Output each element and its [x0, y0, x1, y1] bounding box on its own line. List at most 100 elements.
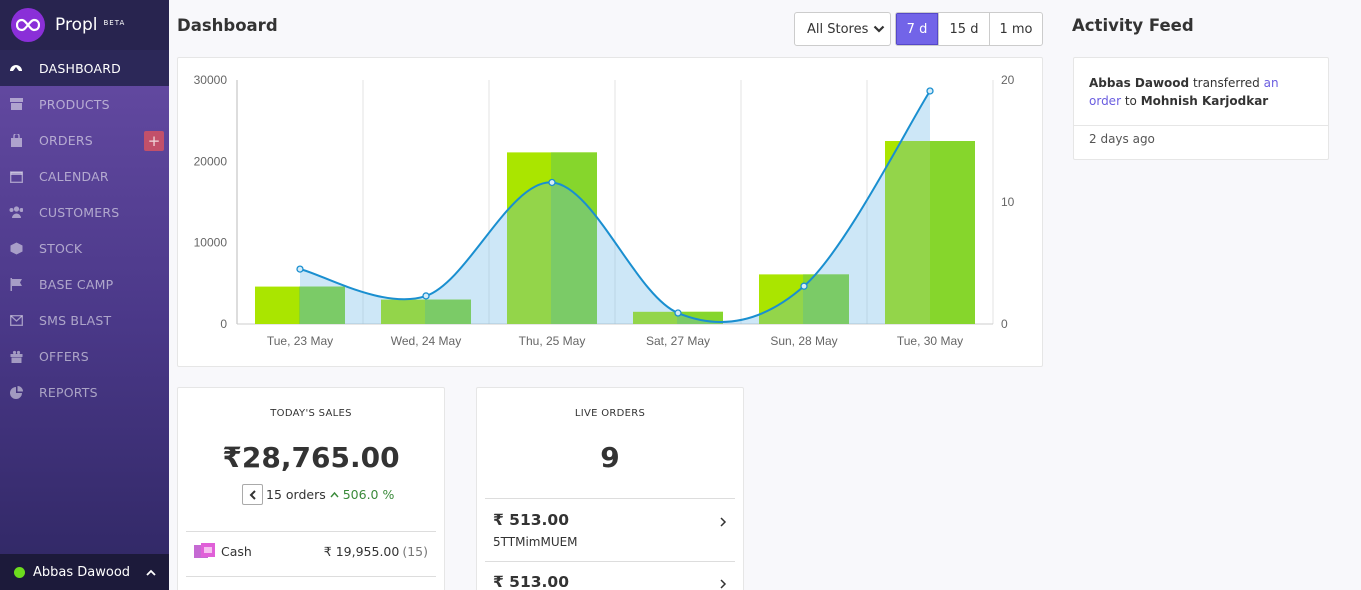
chart-point: [674, 309, 682, 317]
store-select[interactable]: All Stores: [794, 12, 891, 46]
archive-icon: [9, 97, 23, 111]
sidebar-item-dashboard[interactable]: DASHBOARD: [0, 50, 169, 86]
divider: [1074, 125, 1328, 126]
activity-time: 2 days ago: [1089, 132, 1155, 146]
orders-summary: 15 orders 506.0 %: [242, 484, 394, 505]
chart-point: [422, 292, 430, 300]
cash-icon: [194, 543, 215, 558]
range-7d-button[interactable]: 7 d: [896, 13, 938, 45]
todays-sales-card: TODAY'S SALES ₹28,765.00 15 orders 506.0…: [177, 387, 445, 590]
user-name: Abbas Dawood: [33, 564, 131, 580]
users-icon: [9, 205, 23, 219]
chevron-down-icon: [874, 25, 885, 33]
activity-item: Abbas Dawood transferred an order to Moh…: [1073, 57, 1329, 160]
chevron-left-icon[interactable]: [242, 484, 263, 505]
activity-text: Abbas Dawood transferred an order to Moh…: [1089, 74, 1314, 110]
divider: [485, 498, 735, 499]
sales-chart-panel: 30000 20000 10000 0 20 10 0 Tue, 23 May Wed, 24 …: [177, 57, 1043, 367]
chevron-up-icon: [330, 491, 339, 498]
user-menu[interactable]: Abbas Dawood: [0, 554, 169, 590]
y-axis-tick-label: 0: [220, 317, 227, 331]
divider: [186, 531, 436, 532]
x-axis-tick-label: Tue, 23 May: [267, 334, 333, 348]
range-15d-button[interactable]: 15 d: [938, 13, 989, 45]
chevron-up-icon[interactable]: [145, 564, 157, 583]
activity-prep: to: [1124, 94, 1137, 108]
cube-icon: [9, 241, 23, 255]
sidebar-item-sms-blast[interactable]: SMS BLAST: [0, 302, 169, 338]
payment-row-cash: Cash ₹ 19,955.00 (15): [194, 543, 428, 559]
sidebar-item-label: SMS BLAST: [39, 312, 112, 328]
y-axis-tick-label: 10000: [194, 236, 228, 250]
page-title: Dashboard: [177, 16, 278, 35]
y-axis-tick-label: 20000: [194, 154, 228, 168]
live-order-item[interactable]: ₹ 513.00 5TTMimMUEM: [493, 511, 727, 549]
range-1mo-button[interactable]: 1 mo: [989, 13, 1042, 45]
x-axis-tick-label: Tue, 30 May: [897, 334, 963, 348]
live-order-price: ₹ 513.00: [493, 511, 569, 529]
todays-sales-title: TODAY'S SALES: [270, 408, 352, 419]
infinity-logo-icon: [11, 8, 45, 42]
flag-icon: [9, 277, 23, 291]
x-axis-tick-label: Wed, 24 May: [391, 334, 461, 348]
x-axis-tick-label: Sat, 27 May: [646, 334, 710, 348]
payment-count: (15): [402, 543, 428, 559]
envelope-icon: [9, 313, 23, 327]
live-orders-count: 9: [600, 441, 620, 474]
gift-icon: [9, 349, 23, 363]
y2-axis-tick-label: 20: [1001, 73, 1015, 87]
date-range-toggle: 7 d 15 d 1 mo: [895, 12, 1043, 46]
sidebar-item-label: ORDERS: [39, 132, 93, 148]
sidebar-item-offers[interactable]: OFFERS: [0, 338, 169, 374]
divider: [186, 576, 436, 577]
y2-axis-tick-label: 0: [1001, 317, 1008, 331]
activity-feed-title: Activity Feed: [1072, 16, 1194, 35]
sidebar-item-label: OFFERS: [39, 348, 89, 364]
sidebar-item-label: CUSTOMERS: [39, 204, 120, 220]
sidebar-item-base-camp[interactable]: BASE CAMP: [0, 266, 169, 302]
live-orders-card: LIVE ORDERS 9 ₹ 513.00 5TTMimMUEM ₹ 513.…: [476, 387, 744, 590]
sidebar-item-label: REPORTS: [39, 384, 98, 400]
dashboard-icon: [9, 61, 23, 75]
sidebar-item-label: BASE CAMP: [39, 276, 114, 292]
chart-point: [800, 282, 808, 290]
calendar-icon: [9, 169, 23, 183]
x-axis-tick-label: Thu, 25 May: [519, 334, 586, 348]
chart-point: [296, 265, 304, 273]
chart-point: [926, 87, 934, 95]
divider: [485, 561, 735, 562]
store-select-value: All Stores: [807, 21, 869, 37]
brand[interactable]: Propl BETA: [0, 0, 169, 50]
sidebar-item-calendar[interactable]: CALENDAR: [0, 158, 169, 194]
y2-axis-tick-label: 10: [1001, 195, 1015, 209]
live-order-item[interactable]: ₹ 513.00: [493, 573, 727, 590]
chevron-right-icon: [719, 513, 727, 532]
orders-count: 15 orders: [266, 487, 326, 502]
sidebar-item-reports[interactable]: REPORTS: [0, 374, 169, 410]
sidebar-item-label: DASHBOARD: [39, 60, 121, 76]
brand-name: Propl: [55, 15, 98, 35]
sidebar-item-label: PRODUCTS: [39, 96, 110, 112]
brand-tag: BETA: [103, 19, 126, 27]
activity-actor[interactable]: Abbas Dawood: [1089, 76, 1189, 90]
x-axis-tick-label: Sun, 28 May: [770, 334, 837, 348]
add-order-button[interactable]: +: [144, 131, 164, 151]
shopping-bag-icon: [9, 133, 23, 147]
sales-chart: 30000 20000 10000 0 20 10 0 Tue, 23 May Wed, 24 …: [194, 73, 1015, 348]
sidebar-item-stock[interactable]: STOCK: [0, 230, 169, 266]
payment-amount: ₹ 19,955.00: [323, 543, 400, 559]
live-order-price: ₹ 513.00: [493, 573, 569, 590]
sidebar-item-customers[interactable]: CUSTOMERS: [0, 194, 169, 230]
sidebar-item-label: STOCK: [39, 240, 83, 256]
sidebar-item-label: CALENDAR: [39, 168, 109, 184]
live-orders-title: LIVE ORDERS: [574, 408, 646, 419]
growth-value: 506.0 %: [342, 487, 395, 502]
pie-chart-icon: [9, 385, 23, 399]
sidebar-item-orders[interactable]: ORDERS +: [0, 122, 169, 158]
live-order-code: 5TTMimMUEM: [493, 535, 578, 549]
chart-point: [548, 178, 556, 187]
activity-target[interactable]: Mohnish Karjodkar: [1141, 94, 1269, 108]
payment-method: Cash: [221, 543, 252, 559]
activity-verb: transferred: [1192, 76, 1260, 90]
sidebar-item-products[interactable]: PRODUCTS: [0, 86, 169, 122]
